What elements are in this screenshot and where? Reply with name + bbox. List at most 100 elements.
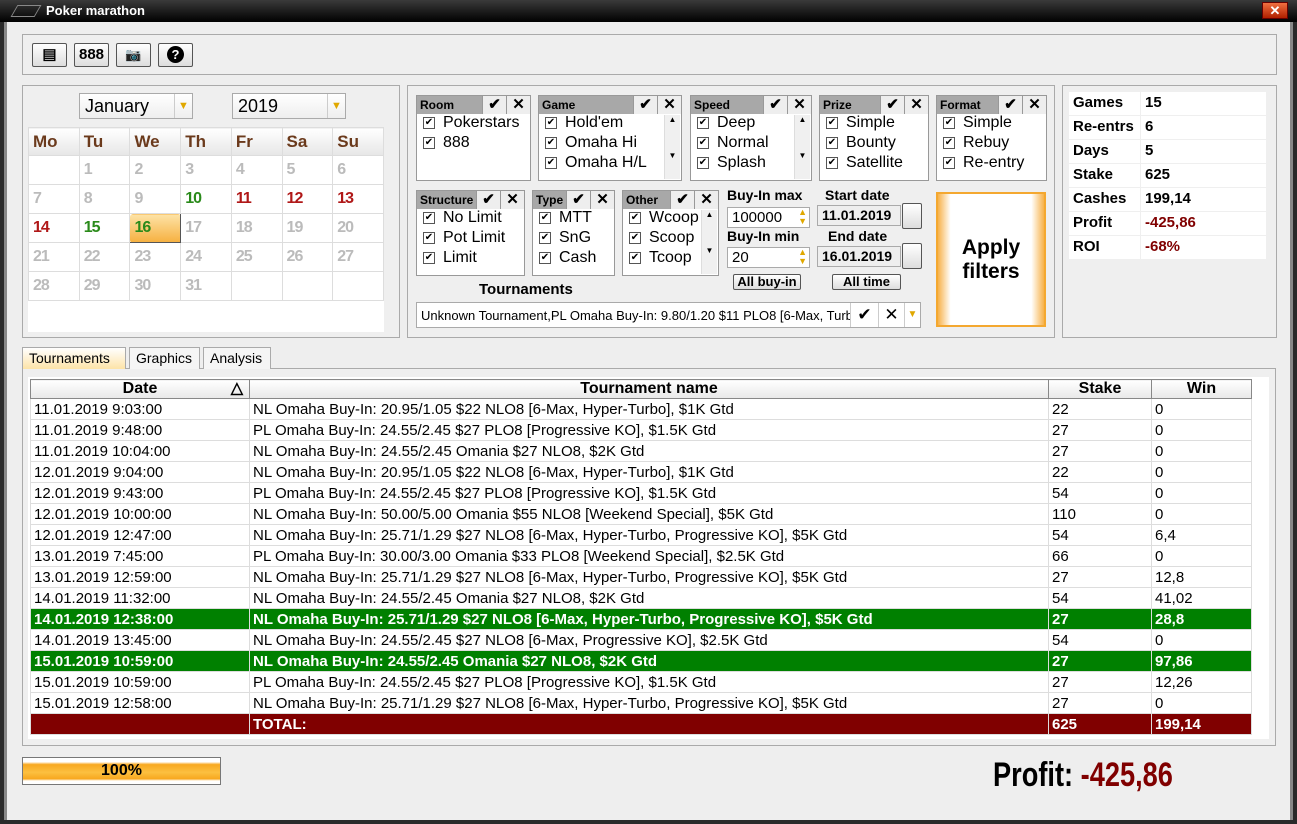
calendar-day[interactable]: 9 bbox=[129, 184, 182, 214]
checkbox-checked-icon[interactable]: ✔ bbox=[943, 116, 955, 129]
checkbox-checked-icon[interactable]: ✔ bbox=[826, 116, 838, 129]
table-row[interactable]: 15.01.2019 12:58:00 NL Omaha Buy-In: 25.7… bbox=[30, 692, 1252, 714]
checkbox-checked-icon[interactable]: ✔ bbox=[545, 136, 557, 149]
check-all-icon[interactable]: ✔ bbox=[566, 191, 590, 209]
filter-option[interactable]: ✔ Pot Limit bbox=[417, 229, 524, 249]
clear-all-icon[interactable]: ✕ bbox=[590, 191, 614, 209]
all-buyin-button[interactable]: All buy-in bbox=[733, 274, 801, 290]
buyin-min-input[interactable]: 20 ▲ ▼ bbox=[727, 247, 810, 268]
chevron-down-icon[interactable]: ▼ bbox=[904, 303, 920, 327]
calendar-day[interactable]: 19 bbox=[281, 213, 334, 243]
calendar-day[interactable]: 2 bbox=[129, 155, 182, 185]
tab-graphics[interactable]: Graphics bbox=[129, 347, 200, 369]
calendar-day[interactable]: 12 bbox=[281, 184, 334, 214]
clear-all-icon[interactable]: ✕ bbox=[1022, 96, 1046, 114]
calendar-day[interactable]: 5 bbox=[281, 155, 334, 185]
checkbox-checked-icon[interactable]: ✔ bbox=[423, 211, 435, 224]
checkbox-checked-icon[interactable]: ✔ bbox=[826, 136, 838, 149]
checkbox-checked-icon[interactable]: ✔ bbox=[423, 231, 435, 244]
table-row[interactable]: 12.01.2019 9:04:00 NL Omaha Buy-In: 20.95… bbox=[30, 461, 1252, 483]
calendar-day[interactable]: 8 bbox=[78, 184, 131, 214]
table-row[interactable]: 12.01.2019 10:00:00 NL Omaha Buy-In: 50.0… bbox=[30, 503, 1252, 525]
calendar-day[interactable]: 18 bbox=[230, 213, 283, 243]
filter-option[interactable]: ✔ Normal bbox=[691, 134, 811, 154]
start-date-input[interactable]: 11.01.2019 bbox=[817, 205, 901, 226]
filter-option[interactable]: ✔ Omaha Hi bbox=[539, 134, 681, 154]
calendar-day[interactable]: 29 bbox=[78, 271, 131, 301]
table-row[interactable]: 12.01.2019 9:43:00 PL Omaha Buy-In: 24.55… bbox=[30, 482, 1252, 504]
checkbox-checked-icon[interactable]: ✔ bbox=[539, 231, 551, 244]
checkbox-checked-icon[interactable]: ✔ bbox=[943, 156, 955, 169]
calendar-day[interactable]: 26 bbox=[281, 242, 334, 272]
filter-option[interactable]: ✔ Hold'em bbox=[539, 114, 681, 134]
buyin-max-input[interactable]: 100000 ▲ ▼ bbox=[727, 207, 810, 228]
clear-all-icon[interactable]: ✕ bbox=[904, 96, 928, 114]
column-header[interactable]: Tournament name bbox=[249, 379, 1049, 399]
checkbox-checked-icon[interactable]: ✔ bbox=[826, 156, 838, 169]
table-row[interactable]: 13.01.2019 7:45:00 PL Omaha Buy-In: 30.00… bbox=[30, 545, 1252, 567]
calendar-day[interactable]: 17 bbox=[180, 213, 232, 243]
filter-option[interactable]: ✔ Limit bbox=[417, 249, 524, 269]
table-row[interactable]: 11.01.2019 9:03:00 NL Omaha Buy-In: 20.95… bbox=[30, 398, 1252, 420]
spinner-icon[interactable]: ▲ ▼ bbox=[798, 248, 807, 266]
filter-option[interactable]: ✔ Deep bbox=[691, 114, 811, 134]
checkbox-checked-icon[interactable]: ✔ bbox=[423, 251, 435, 264]
end-date-input[interactable]: 16.01.2019 bbox=[817, 246, 901, 267]
help-button[interactable]: ? bbox=[158, 43, 193, 67]
apply-filters-button[interactable]: Apply filters bbox=[936, 192, 1046, 327]
calendar-day[interactable]: 25 bbox=[230, 242, 283, 272]
calendar-day[interactable]: 6 bbox=[332, 155, 384, 185]
all-time-button[interactable]: All time bbox=[832, 274, 901, 290]
filter-option[interactable]: ✔ 888 bbox=[417, 134, 530, 154]
filter-option[interactable]: ✔ Simple bbox=[820, 114, 928, 134]
calendar-day[interactable]: 30 bbox=[129, 271, 182, 301]
clear-all-icon[interactable]: ✕ bbox=[694, 191, 718, 209]
tournaments-combobox[interactable]: Unknown Tournament,PL Omaha Buy-In: 9.80… bbox=[416, 302, 921, 328]
filter-option[interactable]: ✔ Omaha H/L bbox=[539, 154, 681, 174]
calendar-day[interactable]: 21 bbox=[28, 242, 80, 272]
report-button[interactable]: ▤ bbox=[32, 43, 67, 67]
clear-all-icon[interactable]: ✕ bbox=[506, 96, 530, 114]
tab-tournaments[interactable]: Tournaments bbox=[22, 347, 126, 369]
filter-option[interactable]: ✔ Simple bbox=[937, 114, 1046, 134]
scrollbar[interactable]: ▲ ▼ bbox=[701, 210, 717, 274]
filter-option[interactable]: ✔ MTT bbox=[533, 209, 614, 229]
check-all-icon[interactable]: ✔ bbox=[998, 96, 1022, 114]
table-row[interactable]: 14.01.2019 12:38:00 NL Omaha Buy-In: 25.7… bbox=[30, 608, 1252, 630]
room-888-button[interactable]: 888 bbox=[74, 43, 109, 67]
spinner-icon[interactable]: ▲ ▼ bbox=[798, 208, 807, 226]
checkbox-checked-icon[interactable]: ✔ bbox=[423, 136, 435, 149]
filter-option[interactable]: ✔ SnG bbox=[533, 229, 614, 249]
calendar-day[interactable]: 15 bbox=[78, 213, 131, 243]
calendar-day[interactable]: 31 bbox=[180, 271, 232, 301]
calendar-day[interactable]: 20 bbox=[332, 213, 384, 243]
calendar-day[interactable]: 14 bbox=[28, 213, 80, 243]
calendar-day[interactable]: 7 bbox=[28, 184, 80, 214]
screenshot-button[interactable]: 📷 bbox=[116, 43, 151, 67]
table-row[interactable]: 11.01.2019 10:04:00 NL Omaha Buy-In: 24.5… bbox=[30, 440, 1252, 462]
filter-option[interactable]: ✔ Re-entry bbox=[937, 154, 1046, 174]
calendar-day[interactable]: 28 bbox=[28, 271, 80, 301]
end-date-picker-button[interactable] bbox=[902, 243, 922, 269]
filter-option[interactable]: ✔ Cash bbox=[533, 249, 614, 269]
checkbox-checked-icon[interactable]: ✔ bbox=[697, 116, 709, 129]
table-row[interactable]: 13.01.2019 12:59:00 NL Omaha Buy-In: 25.7… bbox=[30, 566, 1252, 588]
column-header[interactable]: Win bbox=[1151, 379, 1252, 399]
month-select[interactable]: January ▼ bbox=[79, 93, 193, 119]
checkbox-checked-icon[interactable]: ✔ bbox=[539, 251, 551, 264]
checkbox-checked-icon[interactable]: ✔ bbox=[629, 211, 641, 224]
calendar-day[interactable]: 23 bbox=[129, 242, 182, 272]
checkbox-checked-icon[interactable]: ✔ bbox=[629, 231, 641, 244]
table-row[interactable]: 15.01.2019 10:59:00 PL Omaha Buy-In: 24.5… bbox=[30, 671, 1252, 693]
table-row[interactable]: 12.01.2019 12:47:00 NL Omaha Buy-In: 25.7… bbox=[30, 524, 1252, 546]
column-header[interactable]: Stake bbox=[1048, 379, 1152, 399]
calendar-day[interactable]: 3 bbox=[180, 155, 232, 185]
table-row[interactable]: 14.01.2019 11:32:00 NL Omaha Buy-In: 24.5… bbox=[30, 587, 1252, 609]
tab-analysis[interactable]: Analysis bbox=[203, 347, 271, 369]
check-all-icon[interactable]: ✔ bbox=[476, 191, 500, 209]
table-row[interactable]: 14.01.2019 13:45:00 NL Omaha Buy-In: 24.5… bbox=[30, 629, 1252, 651]
checkbox-checked-icon[interactable]: ✔ bbox=[697, 156, 709, 169]
scrollbar[interactable]: ▲ ▼ bbox=[664, 115, 680, 179]
check-all-icon[interactable]: ✔ bbox=[880, 96, 904, 114]
checkbox-checked-icon[interactable]: ✔ bbox=[629, 251, 641, 264]
